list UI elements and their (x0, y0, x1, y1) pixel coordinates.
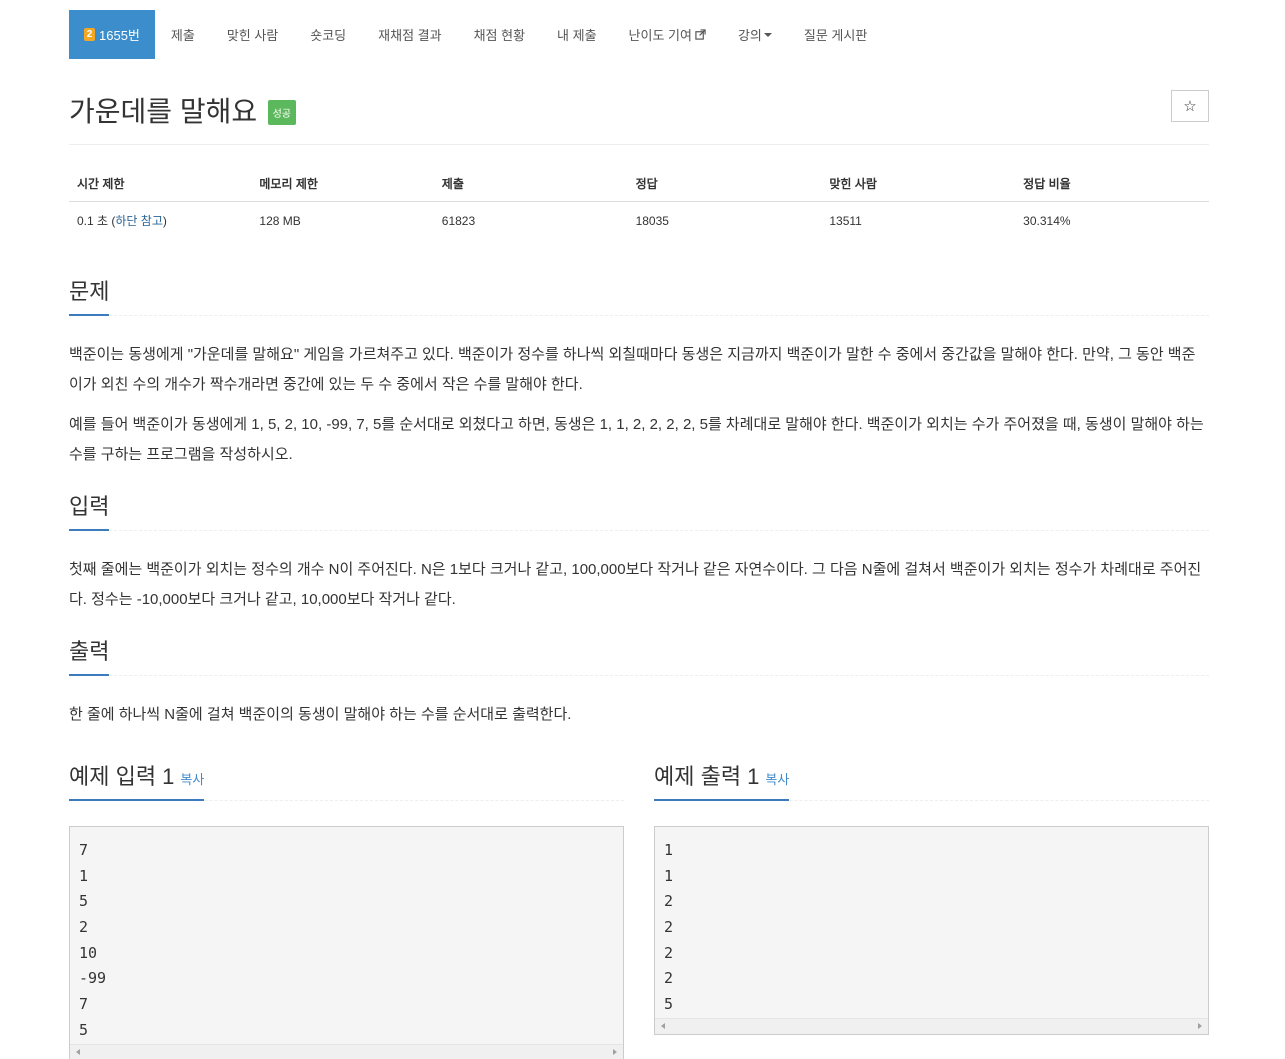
code-line: 2 (79, 918, 89, 937)
memory-limit-value: 128 MB (259, 213, 301, 228)
output-headline: 출력 (69, 629, 1209, 676)
tab-question-board[interactable]: 질문 게시판 (788, 10, 883, 59)
tier-icon: 2 (84, 28, 95, 41)
tab-solved-users[interactable]: 맞힌 사람 (211, 10, 294, 59)
problem-info-table: 시간 제한 메모리 제한 제출 정답 맞힌 사람 정답 비율 0.1 초 (하단… (69, 165, 1209, 239)
code-line: 2 (664, 943, 674, 962)
sample-output-title: 예제 출력 1 (654, 764, 760, 789)
sample-input-lines: 7 1 5 2 10 -99 7 5 (70, 827, 623, 1044)
submissions-value: 61823 (441, 213, 476, 228)
code-line: 1 (664, 841, 674, 859)
tab-difficulty-contribution[interactable]: 난이도 기여 (613, 10, 722, 59)
table-header-row: 시간 제한 메모리 제한 제출 정답 맞힌 사람 정답 비율 (69, 165, 1209, 202)
favorite-button[interactable]: ☆ (1171, 90, 1209, 122)
code-line: 2 (664, 892, 674, 911)
horizontal-scrollbar[interactable] (70, 1043, 623, 1059)
time-limit-cell: 0.1 초 (하단 참고) (69, 202, 251, 240)
sample-output-box[interactable]: 1 1 2 2 2 2 5 (654, 826, 1209, 1035)
tab-problem[interactable]: 2 1655번 (69, 10, 155, 59)
tab-submit-label: 제출 (170, 28, 195, 43)
tab-problem-label: 1655번 (99, 28, 140, 43)
tab-question-board-label: 질문 게시판 (803, 28, 868, 43)
input-section: 입력 첫째 줄에는 백준이가 외치는 정수의 개수 N이 주어진다. N은 1보… (69, 484, 1209, 615)
code-line: 10 (79, 943, 98, 962)
tab-short-coding[interactable]: 숏코딩 (294, 10, 362, 59)
header-accepted: 정답 (627, 165, 822, 202)
scroll-right-icon[interactable] (1198, 1022, 1202, 1029)
copy-sample-input-button[interactable]: 복사 (180, 772, 204, 787)
code-line: 5 (79, 1020, 89, 1039)
solved-users-value: 13511 (829, 213, 862, 228)
sample-input-headline: 예제 입력 1 복사 (69, 754, 624, 801)
header-ratio: 정답 비율 (1015, 165, 1209, 202)
code-line: 1 (79, 866, 89, 885)
caret-down-icon (763, 32, 772, 37)
sample-input-box[interactable]: 7 1 5 2 10 -99 7 5 (69, 826, 624, 1059)
header-time-limit: 시간 제한 (69, 165, 252, 202)
sample-output-1: 예제 출력 1 복사 1 1 2 2 2 2 5 (654, 754, 1209, 1059)
sample-output-lines: 1 1 2 2 2 2 5 (655, 827, 1208, 1018)
sample-output-heading: 예제 출력 1 복사 (654, 759, 790, 801)
output-heading: 출력 (69, 634, 110, 676)
code-line: 5 (79, 892, 89, 911)
tab-judge-status-label: 채점 현황 (473, 28, 526, 43)
accepted-value: 18035 (635, 213, 669, 228)
code-line: 5 (664, 995, 674, 1014)
scroll-right-icon[interactable] (613, 1048, 617, 1055)
tab-difficulty-contribution-label: 난이도 기여 (628, 28, 692, 43)
star-icon: ☆ (1183, 98, 1197, 115)
tab-lectures[interactable]: 강의 (722, 10, 788, 59)
tab-submit[interactable]: 제출 (155, 10, 211, 59)
time-limit-note-link[interactable]: 하단 참고 (115, 214, 163, 228)
tab-solved-users-label: 맞힌 사람 (226, 28, 279, 43)
horizontal-scrollbar[interactable] (655, 1017, 1208, 1034)
copy-sample-output-button[interactable]: 복사 (765, 772, 789, 787)
input-headline: 입력 (69, 484, 1209, 531)
result-badge: 성공 (267, 99, 296, 125)
table-row: 0.1 초 (하단 참고) 128 MB 61823 18035 13511 3… (69, 202, 1209, 240)
code-line: -99 (79, 969, 107, 988)
tab-rejudge-results-label: 재채점 결과 (378, 28, 442, 43)
external-link-icon (695, 29, 706, 40)
description-section: 문제 백준이는 동생에게 "가운데를 말해요" 게임을 가르쳐주고 있다. 백준… (69, 269, 1209, 470)
tab-rejudge-results[interactable]: 재채점 결과 (362, 10, 457, 59)
code-line: 1 (664, 866, 674, 885)
code-line: 7 (79, 841, 89, 859)
sample-input-title: 예제 입력 1 (69, 764, 175, 789)
description-paragraph: 백준이는 동생에게 "가운데를 말해요" 게임을 가르쳐주고 있다. 백준이가 … (69, 346, 1196, 393)
page: 2 1655번 제출 맞힌 사람 숏코딩 재채점 결과 채점 현황 내 제출 난… (69, 10, 1209, 1059)
description-headline: 문제 (69, 269, 1209, 316)
description-paragraph: 예를 들어 백준이가 동생에게 1, 5, 2, 10, -99, 7, 5를 … (69, 416, 1204, 463)
output-paragraph: 한 줄에 하나씩 N줄에 걸쳐 백준이의 동생이 말해야 하는 수를 순서대로 … (69, 706, 572, 723)
code-line: 7 (79, 995, 89, 1014)
tab-my-submissions-label: 내 제출 (557, 28, 597, 43)
problem-title: 가운데를 말해요 (69, 96, 258, 127)
sample-output-headline: 예제 출력 1 복사 (654, 754, 1209, 801)
tab-lectures-label: 강의 (737, 28, 762, 43)
problem-header: 가운데를 말해요 성공 ☆ (69, 90, 1209, 145)
input-heading: 입력 (69, 489, 110, 531)
code-line: 2 (664, 969, 674, 988)
time-limit-prefix: 0.1 초 ( (77, 214, 116, 228)
ratio-value: 30.314% (1023, 213, 1071, 228)
tab-my-submissions[interactable]: 내 제출 (541, 10, 613, 59)
problem-nav: 2 1655번 제출 맞힌 사람 숏코딩 재채점 결과 채점 현황 내 제출 난… (69, 10, 1209, 59)
code-line: 2 (664, 918, 674, 937)
sample-input-1: 예제 입력 1 복사 7 1 5 2 10 -99 7 5 (69, 754, 624, 1059)
samples: 예제 입력 1 복사 7 1 5 2 10 -99 7 5 예제 출력 1 복사… (69, 754, 1209, 1059)
input-paragraph: 첫째 줄에는 백준이가 외치는 정수의 개수 N이 주어진다. N은 1보다 크… (69, 561, 1202, 608)
tab-short-coding-label: 숏코딩 (310, 28, 347, 43)
scroll-left-icon[interactable] (76, 1048, 80, 1055)
header-solved-users: 맞힌 사람 (821, 165, 1016, 202)
output-section: 출력 한 줄에 하나씩 N줄에 걸쳐 백준이의 동생이 말해야 하는 수를 순서… (69, 629, 1209, 730)
tab-judge-status[interactable]: 채점 현황 (458, 10, 541, 59)
header-memory-limit: 메모리 제한 (251, 165, 434, 202)
scroll-left-icon[interactable] (661, 1022, 665, 1029)
sample-input-heading: 예제 입력 1 복사 (69, 759, 205, 801)
header-submissions: 제출 (433, 165, 628, 202)
time-limit-suffix: ) (162, 214, 167, 228)
description-heading: 문제 (69, 274, 110, 316)
